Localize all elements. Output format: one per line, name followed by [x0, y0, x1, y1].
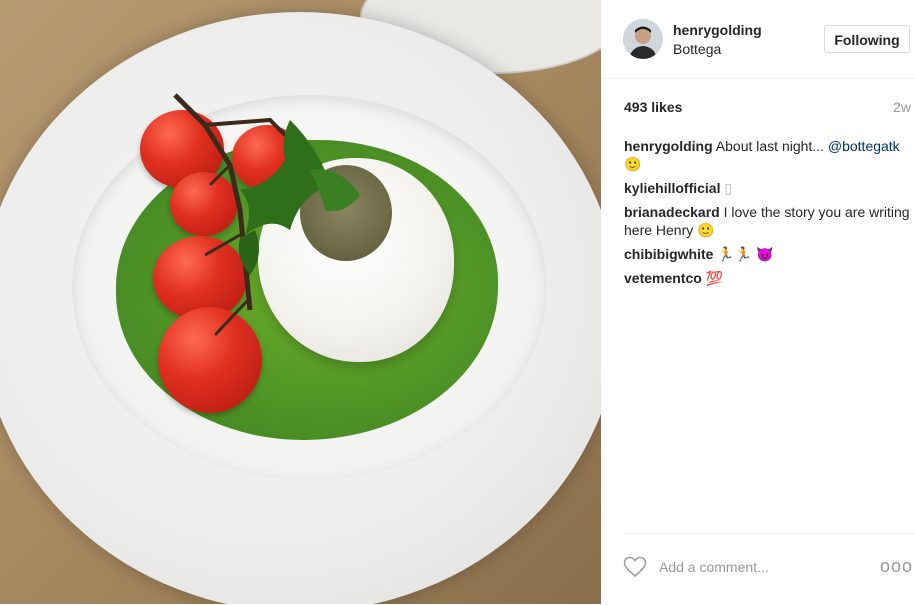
comment-text: ▯	[724, 180, 733, 196]
following-button[interactable]: Following	[824, 25, 910, 53]
likes-count[interactable]: 493 likes	[624, 99, 682, 115]
post-side-panel: henrygolding Bottega Following 493 likes…	[601, 0, 915, 604]
comment-username[interactable]: kyliehillofficial	[624, 180, 720, 196]
comment-text: About last night...	[715, 138, 828, 154]
comment-username[interactable]: vetementco	[624, 270, 702, 286]
comment: chibibigwhite 🏃🏃 😈	[624, 245, 913, 263]
comment-text: 🏃🏃 😈	[717, 246, 774, 262]
comment-footer: ooo	[623, 533, 915, 605]
comment: henrygolding About last night... @botteg…	[624, 137, 913, 173]
avatar-image	[623, 19, 663, 59]
avatar[interactable]	[623, 19, 663, 59]
comment-list: henrygolding About last night... @botteg…	[624, 137, 913, 293]
comment-username[interactable]: henrygolding	[624, 138, 713, 154]
post-time[interactable]: 2w	[893, 99, 911, 115]
vine-and-parsley	[173, 93, 360, 337]
more-options-icon[interactable]: ooo	[880, 556, 913, 577]
post-photo[interactable]	[0, 0, 601, 604]
comment-username[interactable]: chibibigwhite	[624, 246, 713, 262]
comment-input[interactable]	[659, 556, 859, 578]
comment: vetementco 💯	[624, 269, 913, 287]
post-location[interactable]: Bottega	[673, 41, 721, 57]
comment-username[interactable]: brianadeckard	[624, 204, 720, 220]
comment-text: 💯	[705, 270, 724, 286]
comment-mention[interactable]: @bottegatk	[828, 138, 900, 154]
smiley-emoji: 🙂	[624, 156, 642, 172]
comment: kyliehillofficial ▯	[624, 179, 913, 197]
comment: brianadeckard I love the story you are w…	[624, 203, 913, 239]
post-username[interactable]: henrygolding	[673, 22, 762, 38]
heart-icon[interactable]	[623, 556, 647, 578]
post-header: henrygolding Bottega Following	[601, 0, 915, 79]
